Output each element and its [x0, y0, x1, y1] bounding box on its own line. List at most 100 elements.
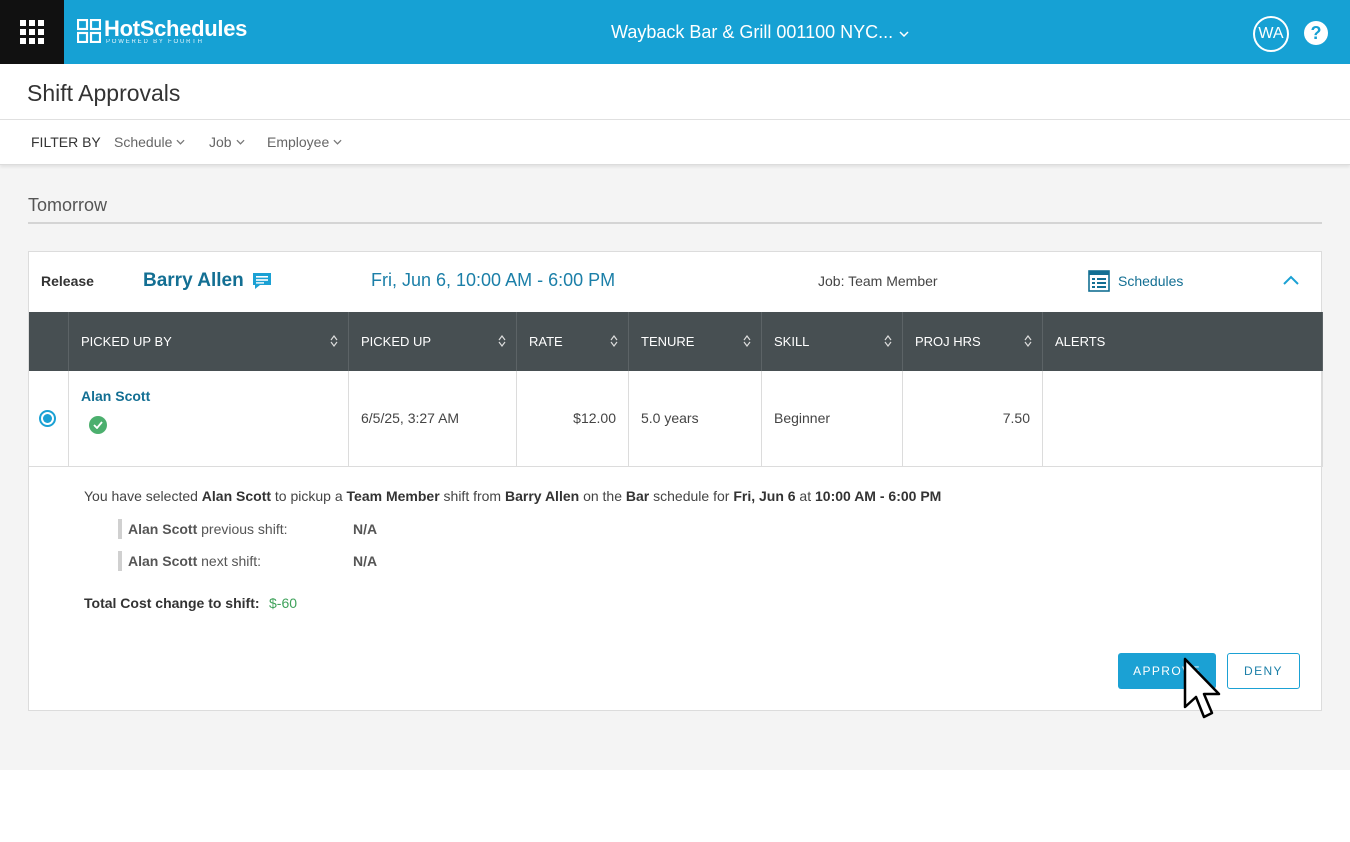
schedules-link-label: Schedules — [1118, 273, 1184, 289]
request-type: Release — [41, 273, 94, 289]
picked-up-by-cell: Alan Scott — [68, 371, 349, 467]
filter-job[interactable]: Job — [209, 134, 245, 150]
approval-card: Release Barry Allen Fri, Jun 6, 10:00 AM… — [28, 251, 1323, 711]
column-header-picked-up-by[interactable]: PICKED UP BY — [68, 312, 349, 371]
table-row[interactable]: Alan Scott 6/5/25, 3:27 AM $12.00 5.0 ye… — [28, 371, 1323, 467]
select-column-header — [28, 312, 69, 371]
previous-shift-label: previous shift: — [197, 521, 288, 537]
column-header-skill[interactable]: SKILL — [761, 312, 903, 371]
column-header-alerts: ALERTS — [1042, 312, 1323, 371]
user-avatar[interactable]: WA — [1253, 16, 1289, 52]
summary-date: Fri, Jun 6 — [733, 488, 796, 504]
table-header-row: PICKED UP BY PICKED UP RATE TENURE SKILL… — [28, 312, 1323, 371]
previous-shift-name: Alan Scott — [128, 521, 198, 537]
summary-time: 10:00 AM - 6:00 PM — [815, 488, 942, 504]
app-root: HotSchedules POWERED BY FOURTH Wayback B… — [0, 0, 1350, 842]
shift-time: Fri, Jun 6, 10:00 AM - 6:00 PM — [371, 270, 616, 290]
total-cost-value: $-60 — [269, 595, 298, 611]
filter-job-label: Job — [209, 134, 232, 150]
top-bar: HotSchedules POWERED BY FOURTH Wayback B… — [0, 0, 1350, 64]
message-icon[interactable] — [252, 272, 272, 290]
summary-schedule: Bar — [625, 488, 650, 504]
radio-dot — [43, 413, 52, 423]
content-area: Tomorrow Release Barry Allen Fri, Jun 6,… — [0, 165, 1350, 770]
column-header-proj-hrs[interactable]: PROJ HRS — [902, 312, 1043, 371]
picked-up-cell: 6/5/25, 3:27 AM — [348, 371, 517, 467]
column-header-rate[interactable]: RATE — [516, 312, 629, 371]
summary-text: to pickup a — [271, 488, 347, 504]
job-label: Job: Team Member — [818, 273, 938, 289]
filter-employee-label: Employee — [267, 134, 330, 150]
chevron-up-icon[interactable] — [1283, 275, 1299, 285]
previous-shift-row: Alan Scott previous shift: — [118, 519, 288, 539]
total-cost-label: Total Cost change to shift: — [84, 595, 260, 611]
sort-icon — [884, 335, 892, 347]
grid-icon — [20, 20, 44, 44]
column-header-label: SKILL — [774, 334, 810, 349]
hotschedules-logo-icon — [77, 19, 101, 43]
chevron-down-icon — [176, 139, 185, 145]
select-radio[interactable] — [39, 409, 56, 427]
column-header-picked-up[interactable]: PICKED UP — [348, 312, 517, 371]
schedule-list-icon — [1088, 270, 1110, 292]
section-divider — [28, 222, 1322, 224]
summary-text: at — [795, 488, 816, 504]
sort-icon — [610, 335, 618, 347]
proj-hrs-cell: 7.50 — [902, 371, 1043, 467]
column-header-label: TENURE — [641, 334, 695, 349]
selection-summary: You have selected Alan Scott to pickup a… — [84, 488, 941, 504]
deny-button[interactable]: DENY — [1227, 653, 1300, 689]
mouse-cursor-icon — [1183, 657, 1221, 719]
column-header-label: RATE — [529, 334, 563, 349]
next-shift-name: Alan Scott — [128, 553, 198, 569]
chevron-down-icon — [899, 30, 909, 37]
filter-schedule-label: Schedule — [114, 134, 173, 150]
sort-icon — [498, 335, 506, 347]
filter-schedule[interactable]: Schedule — [114, 134, 185, 150]
rate-cell: $12.00 — [516, 371, 629, 467]
schedules-link[interactable]: Schedules — [1088, 270, 1183, 292]
title-bar: Shift Approvals — [0, 64, 1350, 120]
column-header-label: PROJ HRS — [915, 334, 981, 349]
column-header-label: PICKED UP — [361, 334, 432, 349]
column-header-label: PICKED UP BY — [81, 334, 172, 349]
brand-tagline: POWERED BY FOURTH — [106, 39, 204, 45]
chevron-down-icon — [236, 139, 245, 145]
help-icon[interactable]: ? — [1304, 21, 1328, 45]
picker-name-link[interactable]: Alan Scott — [81, 388, 336, 404]
sort-icon — [743, 335, 751, 347]
summary-text: on the — [579, 488, 626, 504]
column-header-tenure[interactable]: TENURE — [628, 312, 762, 371]
tenure-cell: 5.0 years — [628, 371, 762, 467]
next-shift-row: Alan Scott next shift: — [118, 551, 261, 571]
section-title: Tomorrow — [28, 195, 108, 215]
employee-name-text: Barry Allen — [143, 270, 244, 291]
pickup-table: PICKED UP BY PICKED UP RATE TENURE SKILL… — [28, 312, 1323, 467]
alerts-cell — [1042, 371, 1323, 467]
location-selector[interactable]: Wayback Bar & Grill 001100 NYC... — [611, 22, 909, 43]
next-shift-label: next shift: — [197, 553, 262, 569]
previous-shift-value: N/A — [353, 521, 378, 537]
select-cell[interactable] — [28, 371, 69, 467]
skill-cell: Beginner — [761, 371, 903, 467]
next-shift-value: N/A — [353, 553, 378, 569]
column-header-label: ALERTS — [1055, 334, 1106, 349]
filter-bar: FILTER BY Schedule Job Employee — [0, 120, 1350, 165]
summary-picker: Alan Scott — [201, 488, 272, 504]
chevron-down-icon — [333, 139, 342, 145]
employee-name[interactable]: Barry Allen — [143, 270, 272, 292]
page-title: Shift Approvals — [27, 80, 181, 106]
logo[interactable]: HotSchedules POWERED BY FOURTH — [77, 17, 247, 47]
brand-name: HotSchedules — [104, 16, 248, 41]
location-name: Wayback Bar & Grill 001100 NYC... — [611, 22, 894, 42]
app-launcher-button[interactable] — [0, 0, 64, 64]
card-header: Release Barry Allen Fri, Jun 6, 10:00 AM… — [29, 252, 1321, 312]
check-circle-icon — [89, 416, 107, 435]
summary-text: You have selected — [84, 488, 202, 504]
filter-employee[interactable]: Employee — [267, 134, 342, 150]
summary-owner: Barry Allen — [505, 488, 580, 504]
summary-job: Team Member — [346, 488, 440, 504]
filter-label: FILTER BY — [31, 134, 101, 150]
summary-text: schedule for — [649, 488, 734, 504]
sort-icon — [1024, 335, 1032, 347]
